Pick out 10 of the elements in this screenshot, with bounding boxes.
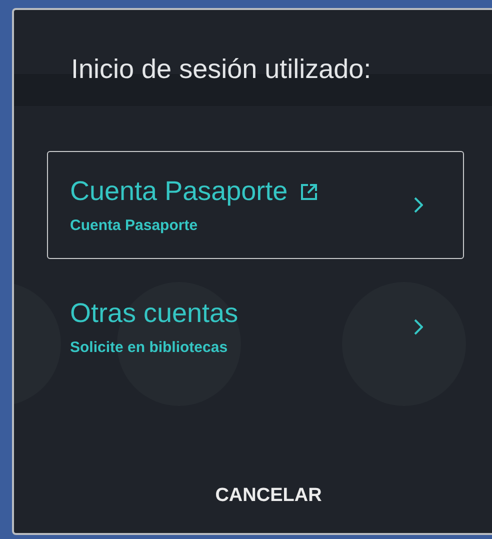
option-subtitle: Cuenta Pasaporte <box>70 217 199 234</box>
dialog-title: Inicio de sesión utilizado: <box>71 54 372 85</box>
option-subtitle: Solicite en bibliotecas <box>70 339 229 356</box>
chevron-icon <box>414 319 423 335</box>
login-option[interactable]: Otras cuentas Solicite en bibliotecas <box>47 273 464 381</box>
chevron-icon <box>414 197 423 213</box>
option-title: Cuenta Pasaporte <box>70 176 288 207</box>
option-title: Otras cuentas <box>70 298 238 329</box>
cancel-button[interactable]: CANCELAR <box>205 479 332 513</box>
login-option[interactable]: Cuenta Pasaporte Cuenta Pasaporte <box>47 151 464 259</box>
